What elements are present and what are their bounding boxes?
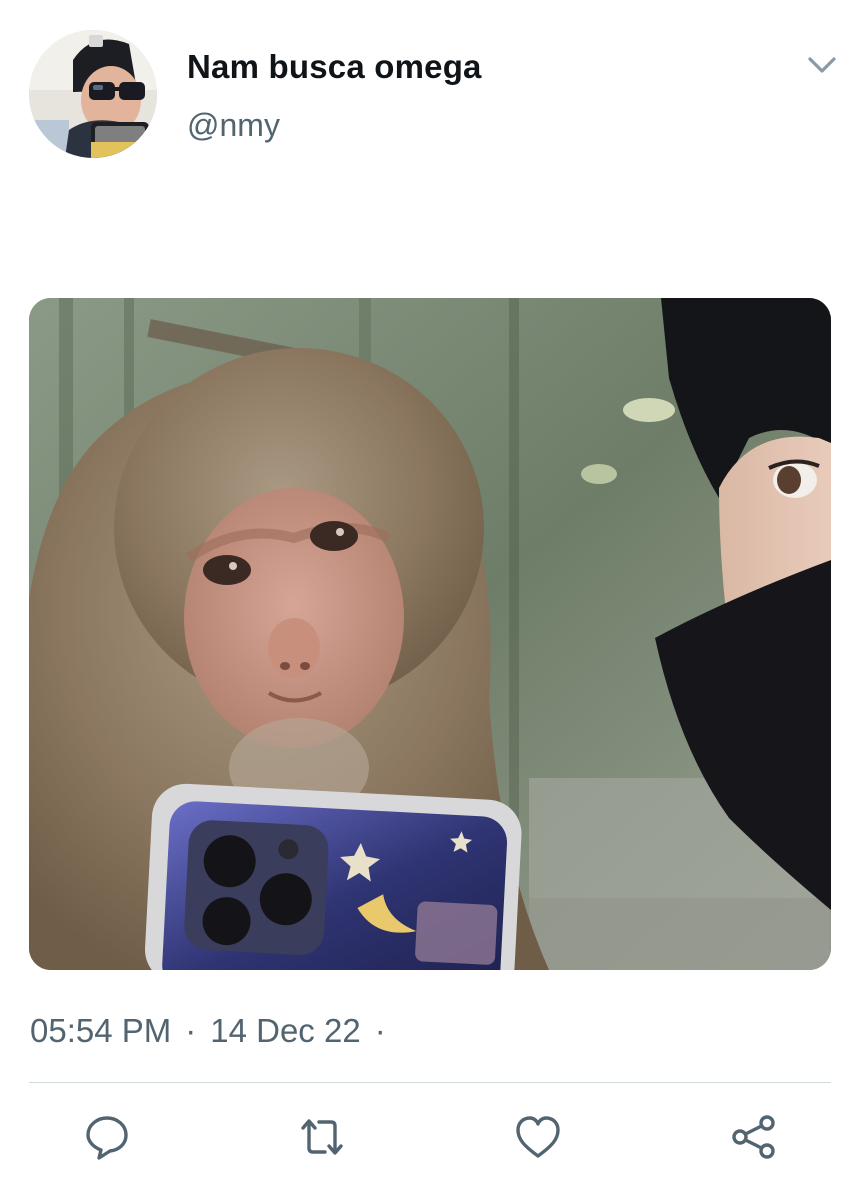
monkey-phone-photo bbox=[29, 298, 831, 970]
tweet-media-photo[interactable] bbox=[29, 298, 831, 970]
meta-trailing-separator: · bbox=[374, 1012, 386, 1049]
tweet-time[interactable]: 05:54 PM bbox=[30, 1012, 171, 1050]
retweet-button[interactable] bbox=[297, 1112, 347, 1162]
reply-button[interactable] bbox=[82, 1112, 132, 1162]
share-icon bbox=[732, 1115, 775, 1159]
reply-bubble-icon bbox=[86, 1116, 128, 1160]
more-options-button[interactable] bbox=[804, 50, 840, 80]
heart-icon bbox=[516, 1116, 560, 1158]
tweet-meta: 05:54 PM · 14 Dec 22 · bbox=[30, 1012, 400, 1050]
like-button[interactable] bbox=[513, 1112, 563, 1162]
avatar[interactable] bbox=[29, 30, 157, 158]
avatar-image bbox=[29, 30, 157, 158]
share-button[interactable] bbox=[729, 1112, 779, 1162]
divider bbox=[29, 1082, 831, 1083]
handle[interactable]: @nmy bbox=[187, 107, 280, 144]
tweet: Nam busca omega @nmy 05:54 PM · 14 Dec 2… bbox=[0, 0, 861, 1200]
chevron-down-icon bbox=[808, 57, 836, 73]
retweet-icon bbox=[301, 1119, 343, 1155]
display-name[interactable]: Nam busca omega bbox=[187, 48, 482, 86]
meta-separator: · bbox=[185, 1012, 197, 1049]
tweet-date[interactable]: 14 Dec 22 bbox=[210, 1012, 360, 1050]
